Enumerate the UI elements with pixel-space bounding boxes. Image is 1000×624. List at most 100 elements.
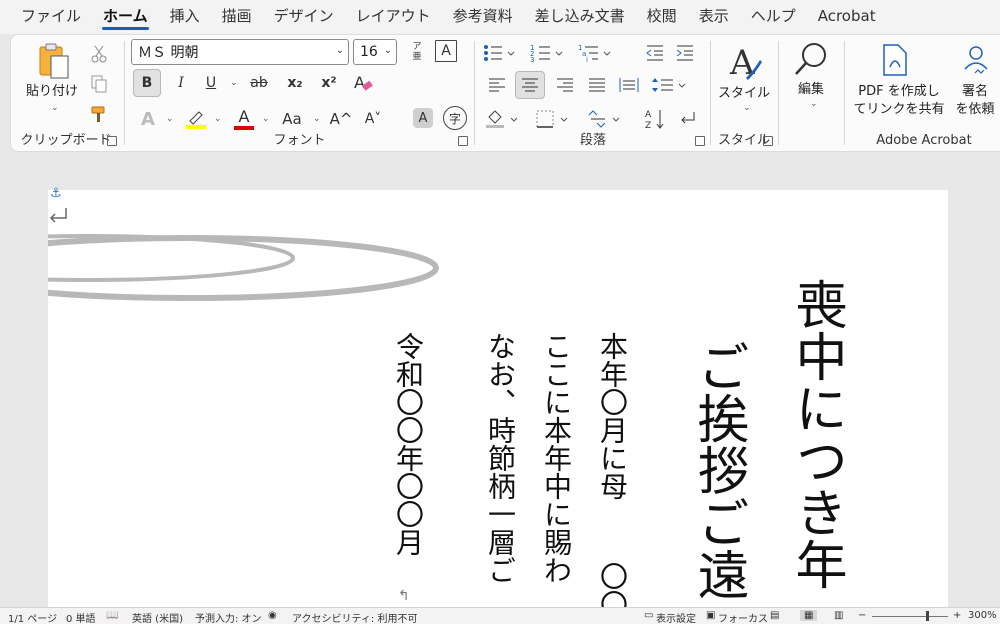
font-size-select[interactable]: 16 ⌄ [353,39,397,65]
editing-button-label[interactable]: 編集 [781,81,841,99]
font-color-letter: A [238,107,250,126]
text-predictions[interactable]: 予測入力: オン [195,610,262,624]
card-subtitle[interactable]: ご挨拶ご遠 [688,340,748,600]
tab-file[interactable]: ファイル [10,0,92,34]
create-pdf-label-1[interactable]: PDF を作成し [851,83,947,101]
font-name-select[interactable]: ＭＳ 明朝 ⌄ [131,39,349,65]
display-settings-icon[interactable]: ▭ [644,610,653,621]
numbering-button[interactable]: 123 [529,41,565,65]
date-line[interactable]: 令和〇〇年〇〇月 [390,332,426,556]
change-case-dropdown-icon[interactable]: ⌄ [313,114,321,124]
zoom-slider[interactable] [872,616,948,617]
chevron-down-icon: ⌄ [383,45,392,56]
zoom-out-icon[interactable]: − [858,610,866,621]
tab-view[interactable]: 表示 [688,0,740,34]
format-painter-icon[interactable] [87,103,111,125]
acrobat-group-label: Adobe Acrobat [876,133,972,148]
strikethrough-button[interactable]: ab [245,69,273,97]
paste-label[interactable]: 貼り付け [21,83,83,101]
paste-icon[interactable] [29,41,79,81]
read-mode-icon[interactable]: ▤ [770,610,779,621]
font-launcher-icon[interactable] [458,136,468,146]
web-layout-icon[interactable]: ▥ [834,610,843,621]
multilevel-list-button[interactable]: 1ai [577,41,613,65]
styles-dropdown-icon[interactable]: ⌄ [743,103,751,113]
paste-dropdown-icon[interactable]: ⌄ [51,103,59,113]
create-pdf-label-2[interactable]: てリンクを共有 [851,101,947,119]
tab-help[interactable]: ヘルプ [740,0,807,34]
subscript-button[interactable]: x₂ [281,69,309,97]
request-signature-label-1[interactable]: 署名 [949,83,1000,101]
character-border-button[interactable]: A [435,40,457,62]
tab-review[interactable]: 校閲 [636,0,688,34]
decrease-indent-icon[interactable] [643,41,667,65]
copy-icon[interactable] [87,73,111,95]
proofing-icon[interactable]: 📖 [106,610,118,621]
editing-dropdown-icon[interactable]: ⌄ [810,99,818,109]
search-icon[interactable] [789,39,833,79]
focus-icon[interactable]: ▣ [706,610,715,621]
accessibility-status[interactable]: アクセシビリティ: 利用不可 [292,610,417,624]
tab-home[interactable]: ホーム [92,0,159,34]
zoom-in-icon[interactable]: + [953,610,961,621]
ribbon: 貼り付け ⌄ クリップボード ＭＳ 明朝 ⌄ 16 ⌄ ア 亜 A B I U … [10,34,1000,152]
request-signature-icon[interactable] [957,41,995,79]
align-right-icon[interactable] [551,71,579,99]
tab-insert[interactable]: 挿入 [159,0,211,34]
focus-mode[interactable]: フォーカス [718,610,768,624]
tab-acrobat[interactable]: Acrobat [807,0,887,34]
print-layout-icon[interactable]: ▦ [800,610,818,621]
paint-bucket-icon [486,110,518,128]
enclose-characters-button[interactable]: 字 [443,106,467,130]
decorative-ring-shape[interactable] [48,230,448,310]
clear-formatting-icon[interactable]: A [349,69,377,97]
cut-icon[interactable] [87,43,111,65]
highlight-dropdown-icon[interactable]: ⌄ [214,114,222,124]
bold-button[interactable]: B [133,69,161,97]
line-spacing-icon [652,78,686,92]
document-page[interactable]: ⚓ 喪中につき年 ご挨拶ご遠 本年〇月に母 〇〇 ここに本年中に賜わ なお、時節… [48,186,948,618]
align-center-icon[interactable] [515,71,545,99]
distributed-icon[interactable] [615,71,643,99]
card-title[interactable]: 喪中につき年 [786,278,846,590]
phonetic-guide-button[interactable]: ア 亜 [404,39,430,65]
display-settings[interactable]: 表示設定 [656,610,696,624]
zoom-slider-thumb[interactable] [926,611,929,621]
bullet-list-icon [484,45,515,61]
create-pdf-icon[interactable] [877,41,913,79]
page-count[interactable]: 1/1 ページ [8,610,57,624]
tab-draw[interactable]: 描画 [211,0,263,34]
tab-references[interactable]: 参考資料 [442,0,524,34]
line-spacing-button[interactable] [649,71,689,99]
tab-mailings[interactable]: 差し込み文書 [524,0,636,34]
character-shading-button[interactable]: A [413,108,433,128]
styles-gallery-icon[interactable]: A [721,39,767,85]
bullets-button[interactable] [481,41,517,65]
underline-dropdown-icon[interactable]: ⌄ [230,78,238,88]
ruby-bottom-text: 亜 [412,52,422,62]
increase-indent-icon[interactable] [673,41,697,65]
body-line-1[interactable]: 本年〇月に母 [594,332,630,500]
paragraph-launcher-icon[interactable] [695,136,705,146]
italic-button[interactable]: I [169,69,193,97]
word-count[interactable]: 0 単語 [66,610,96,624]
body-line-2[interactable]: ここに本年中に賜わ [538,332,574,584]
clipboard-launcher-icon[interactable] [107,136,117,146]
language-indicator[interactable]: 英語 (米国) [132,610,183,624]
styles-group: A スタイル ⌄ スタイル [711,35,777,151]
font-color-dropdown-icon[interactable]: ⌄ [262,114,270,124]
styles-button-label[interactable]: スタイル [711,85,777,103]
underline-button[interactable]: U [199,69,223,97]
justify-icon[interactable] [583,71,611,99]
align-left-icon[interactable] [483,71,511,99]
text-effects-dropdown-icon[interactable]: ⌄ [166,114,174,124]
zoom-level[interactable]: 300% [968,610,997,621]
tab-design[interactable]: デザイン [263,0,345,34]
request-signature-label-2[interactable]: を依頼 [949,101,1000,119]
tab-layout[interactable]: レイアウト [345,0,442,34]
superscript-button[interactable]: x² [315,69,343,97]
body-line-3[interactable]: なお、時節柄一層ご [482,332,518,584]
asian-layout-icon [588,110,620,128]
accessibility-icon[interactable]: ◉ [268,610,277,621]
styles-launcher-icon[interactable] [763,136,773,146]
